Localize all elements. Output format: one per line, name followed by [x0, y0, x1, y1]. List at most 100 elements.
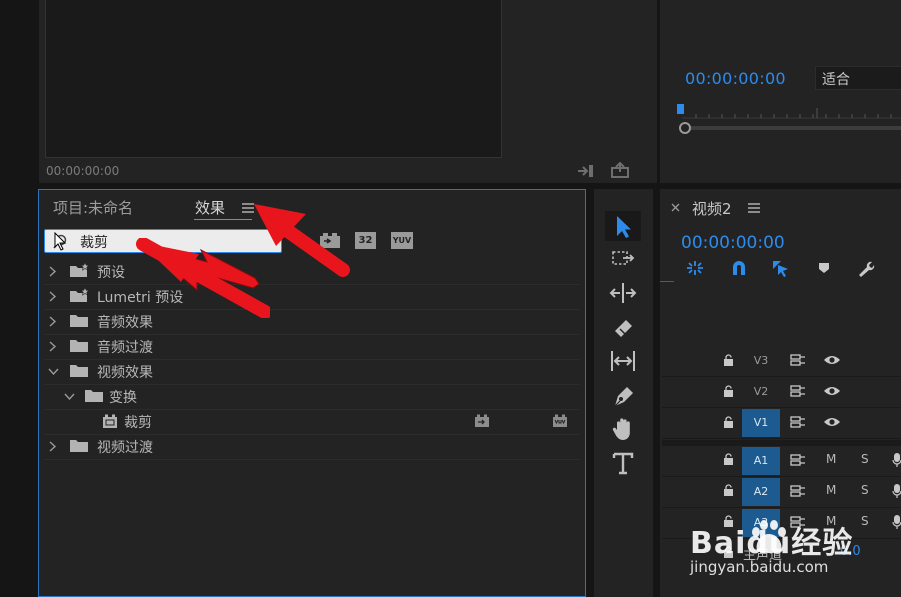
sync-lock-icon[interactable]: [790, 454, 806, 466]
track-label[interactable]: V2: [742, 378, 780, 406]
program-timecode[interactable]: 00:00:00:00: [685, 69, 786, 88]
tree-row[interactable]: 裁剪: [44, 409, 580, 435]
tab-effects[interactable]: 效果: [195, 197, 225, 218]
tree-row-label: 音频过渡: [97, 340, 153, 356]
tree-row-label: 视频过渡: [97, 440, 153, 456]
yuv-filter-icon[interactable]: YUV: [391, 232, 413, 249]
chevron-right-icon[interactable]: [49, 341, 57, 352]
folder-icon: [69, 338, 89, 353]
folder-icon: [69, 438, 89, 453]
folder-icon: [84, 388, 104, 403]
snap-icon[interactable]: [730, 260, 748, 276]
lock-icon[interactable]: [723, 453, 734, 465]
tree-row[interactable]: 音频效果: [44, 309, 580, 335]
track-row-v3[interactable]: V3: [662, 346, 901, 377]
tree-row-label: 预设: [97, 265, 125, 281]
chevron-right-icon[interactable]: [49, 291, 57, 302]
nest-icon[interactable]: [686, 260, 704, 276]
pen-tool[interactable]: [605, 380, 641, 410]
eye-icon[interactable]: [823, 416, 841, 428]
microphone-icon[interactable]: [892, 514, 901, 530]
razor-tool[interactable]: [605, 312, 641, 342]
watermark-url: jingyan.baidu.com: [690, 558, 829, 576]
solo-button[interactable]: S: [861, 483, 869, 497]
sync-lock-icon[interactable]: [790, 416, 806, 428]
chevron-right-icon[interactable]: [49, 266, 57, 277]
tree-row[interactable]: 视频效果: [44, 359, 580, 385]
marker-icon[interactable]: [818, 262, 830, 274]
sequence-tab[interactable]: 视频2: [692, 198, 732, 219]
track-label[interactable]: V3: [742, 347, 780, 375]
fit-dropdown[interactable]: 适合: [815, 66, 901, 90]
search-input[interactable]: 裁剪: [80, 232, 108, 252]
timeline-header-divider: [660, 281, 674, 282]
annotation-arrow-to-effects-tab: [248, 198, 353, 278]
effect-icon: [102, 414, 118, 429]
selection-tool[interactable]: [605, 211, 641, 241]
microphone-icon[interactable]: [892, 483, 901, 499]
chevron-down-icon[interactable]: [48, 368, 59, 376]
source-timecode[interactable]: 00:00:00:00: [46, 164, 119, 178]
tree-row[interactable]: 音频过渡: [44, 334, 580, 360]
tree-row-label: 视频效果: [97, 365, 153, 381]
sync-lock-icon[interactable]: [790, 485, 806, 497]
tab-project[interactable]: 项目:未命名: [53, 197, 133, 218]
mute-button[interactable]: M: [826, 452, 836, 466]
type-tool[interactable]: [605, 448, 641, 478]
track-row-a2[interactable]: A2 M S: [662, 477, 901, 508]
hand-tool[interactable]: [605, 414, 641, 444]
sync-lock-icon[interactable]: [790, 354, 806, 366]
fit-dropdown-label: 适合: [822, 72, 850, 88]
tree-row[interactable]: 视频过渡: [44, 434, 580, 460]
yuv-filter-label: YUV: [392, 236, 412, 245]
watermark-text: Baidu经验: [690, 526, 854, 561]
mute-button[interactable]: M: [826, 483, 836, 497]
program-monitor-panel: [660, 0, 901, 183]
lock-icon[interactable]: [723, 354, 734, 366]
32bit-filter-label: 32: [358, 235, 373, 246]
track-label[interactable]: A1: [742, 447, 780, 475]
sync-lock-icon[interactable]: [790, 385, 806, 397]
star-folder-icon: [69, 262, 91, 279]
lock-icon[interactable]: [723, 416, 734, 428]
close-icon[interactable]: [671, 203, 680, 212]
tree-row-label: 裁剪: [124, 415, 152, 431]
tab-effects-underline: [194, 219, 252, 220]
track-label[interactable]: V1: [742, 409, 780, 437]
track-select-tool[interactable]: [605, 244, 641, 274]
mouse-cursor-icon: [54, 232, 68, 252]
tree-row[interactable]: 变换: [44, 384, 580, 410]
linked-selection-icon[interactable]: [771, 259, 789, 277]
star-folder-icon: [69, 287, 91, 304]
32bit-filter-icon[interactable]: 32: [355, 232, 376, 249]
ripple-edit-tool[interactable]: [605, 278, 641, 308]
folder-icon: [69, 313, 89, 328]
accelerated-badge-icon: [474, 414, 490, 428]
timeline-timecode[interactable]: 00:00:00:00: [681, 233, 785, 253]
yuv-badge-icon: [552, 414, 568, 428]
track-row-v2[interactable]: V2: [662, 377, 901, 408]
watermark-logo: Baidu经验: [690, 515, 890, 561]
folder-icon: [69, 363, 89, 378]
chevron-right-icon[interactable]: [49, 316, 57, 327]
export-frame-icon[interactable]: [611, 162, 629, 178]
track-label[interactable]: A2: [742, 478, 780, 506]
slip-tool[interactable]: [605, 346, 641, 376]
eye-icon[interactable]: [823, 385, 841, 397]
track-row-v1[interactable]: V1: [662, 408, 901, 439]
tree-row[interactable]: Lumetri 预设: [44, 284, 580, 310]
chevron-right-icon[interactable]: [49, 441, 57, 452]
solo-button[interactable]: S: [861, 452, 869, 466]
eye-icon[interactable]: [823, 354, 841, 366]
tree-row-label: 变换: [109, 390, 137, 406]
insert-icon[interactable]: [577, 163, 595, 179]
chevron-down-icon[interactable]: [64, 393, 75, 401]
wrench-icon[interactable]: [857, 260, 875, 278]
source-monitor-video-area: [45, 0, 502, 158]
microphone-icon[interactable]: [892, 452, 901, 468]
program-ruler[interactable]: [676, 104, 901, 134]
lock-icon[interactable]: [723, 484, 734, 496]
lock-icon[interactable]: [723, 385, 734, 397]
track-row-a1[interactable]: A1 M S: [662, 446, 901, 477]
timeline-menu-icon[interactable]: [748, 203, 760, 213]
